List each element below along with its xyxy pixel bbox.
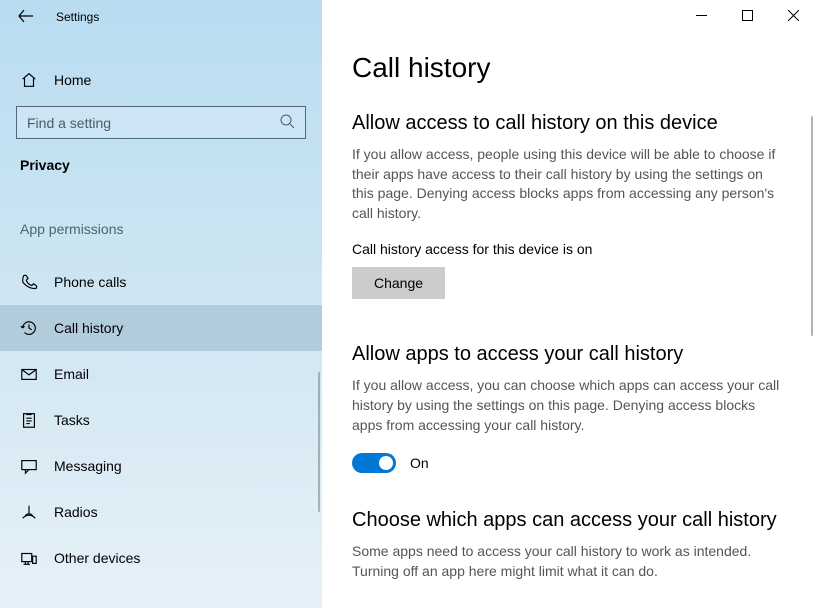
- search-icon: [279, 113, 295, 132]
- sidebar-section-label: App permissions: [0, 173, 322, 249]
- sidebar-item-call-history[interactable]: Call history: [0, 305, 322, 351]
- sidebar: Settings Home Privacy App permissions Ph…: [0, 0, 322, 608]
- home-icon: [20, 71, 38, 89]
- section3-title: Choose which apps can access your call h…: [352, 509, 786, 532]
- maximize-button[interactable]: [724, 0, 770, 30]
- sidebar-home[interactable]: Home: [0, 60, 322, 100]
- sidebar-item-email[interactable]: Email: [0, 351, 322, 397]
- sidebar-item-label: Radios: [54, 504, 98, 520]
- window-title: Settings: [56, 10, 99, 24]
- history-icon: [20, 319, 38, 337]
- sidebar-item-label: Email: [54, 366, 89, 382]
- sidebar-item-other-devices[interactable]: Other devices: [0, 535, 322, 581]
- device-access-status: Call history access for this device is o…: [352, 241, 786, 257]
- sidebar-item-phone-calls[interactable]: Phone calls: [0, 259, 322, 305]
- section1-body: If you allow access, people using this d…: [352, 145, 786, 223]
- search-box[interactable]: [16, 106, 306, 139]
- sidebar-item-label: Tasks: [54, 412, 90, 428]
- sidebar-item-label: Call history: [54, 320, 123, 336]
- tasks-icon: [20, 411, 38, 429]
- radios-icon: [20, 503, 38, 521]
- back-button[interactable]: [18, 8, 34, 26]
- page-title: Call history: [352, 52, 786, 84]
- sidebar-item-label: Messaging: [54, 458, 122, 474]
- change-button[interactable]: Change: [352, 267, 445, 299]
- sidebar-home-label: Home: [54, 72, 91, 88]
- sidebar-item-radios[interactable]: Radios: [0, 489, 322, 535]
- sidebar-category[interactable]: Privacy: [0, 139, 322, 173]
- content-pane: Call history Allow access to call histor…: [322, 0, 816, 608]
- toggle-state-label: On: [410, 455, 429, 471]
- section1-title: Allow access to call history on this dev…: [352, 112, 786, 135]
- content-scrollbar[interactable]: [811, 116, 813, 336]
- minimize-button[interactable]: [678, 0, 724, 30]
- messaging-icon: [20, 457, 38, 475]
- other-devices-icon: [20, 549, 38, 567]
- sidebar-item-label: Other devices: [54, 550, 140, 566]
- apps-access-toggle[interactable]: [352, 453, 396, 473]
- sidebar-scrollbar[interactable]: [318, 372, 320, 512]
- sidebar-item-messaging[interactable]: Messaging: [0, 443, 322, 489]
- section3-body: Some apps need to access your call histo…: [352, 542, 786, 581]
- sidebar-item-tasks[interactable]: Tasks: [0, 397, 322, 443]
- phone-icon: [20, 273, 38, 291]
- close-button[interactable]: [770, 0, 816, 30]
- section2-title: Allow apps to access your call history: [352, 343, 786, 366]
- section2-body: If you allow access, you can choose whic…: [352, 376, 786, 435]
- sidebar-item-label: Phone calls: [54, 274, 126, 290]
- email-icon: [20, 365, 38, 383]
- search-input[interactable]: [27, 115, 279, 131]
